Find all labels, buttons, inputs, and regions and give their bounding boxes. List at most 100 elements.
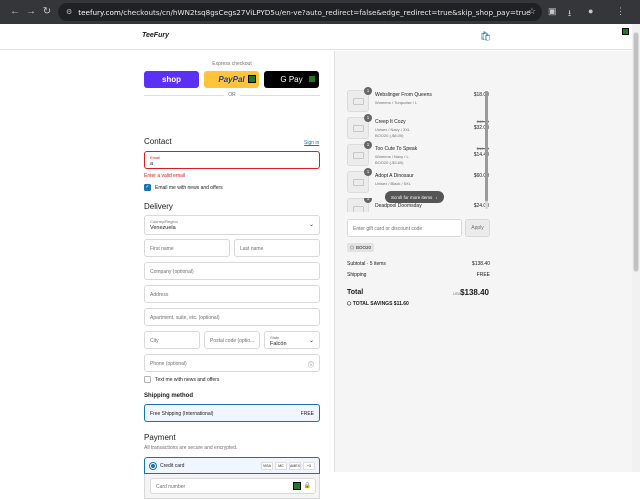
- apartment-input[interactable]: Apartment, suite, etc. (optional): [144, 308, 320, 326]
- cart-scrollbar[interactable]: [485, 91, 488, 209]
- shipping-row: Shipping FREE: [347, 272, 490, 278]
- card-number-placeholder: Card number: [156, 484, 186, 490]
- shipping-option[interactable]: Free Shipping (International) FREE: [144, 404, 320, 422]
- quantity-badge: 1: [364, 114, 372, 122]
- scroll-for-more-button[interactable]: Scroll for more items ↓: [385, 191, 444, 203]
- item-variant: Womens / Turquoise / L: [375, 100, 418, 105]
- visa-logo: VISA: [261, 462, 273, 470]
- arrow-down-icon: ↓: [435, 194, 438, 200]
- google-pay-button[interactable]: G Pay: [264, 71, 319, 88]
- shopping-bag-icon[interactable]: 🛍: [480, 31, 491, 42]
- item-discount: BOO20 (-$3.60): [375, 160, 404, 165]
- page-scrollbar[interactable]: [632, 24, 640, 472]
- apartment-placeholder: Apartment, suite, etc. (optional): [150, 315, 220, 321]
- state-select[interactable]: State Falcón ⌄: [264, 331, 320, 349]
- extension-marker: [293, 482, 301, 490]
- apply-button[interactable]: Apply: [465, 219, 490, 237]
- company-input[interactable]: Company (optional): [144, 262, 320, 280]
- email-value: a: [150, 161, 154, 167]
- address-input[interactable]: Address: [144, 285, 320, 303]
- quantity-badge: 1: [364, 87, 372, 95]
- email-error: Enter a valid email: [144, 173, 186, 179]
- site-info-icon[interactable]: ⚙: [66, 8, 72, 16]
- download-icon[interactable]: ⭳: [568, 6, 571, 22]
- cart-item: 1 Webslinger From Queens Womens / Turquo…: [347, 87, 489, 114]
- country-select[interactable]: Country/Region Venezuela ⌄: [144, 215, 320, 235]
- phone-input[interactable]: Phone (optional) ⓘ: [144, 354, 320, 372]
- shipping-value: FREE: [476, 272, 490, 278]
- country-value: Venezuela: [150, 225, 176, 231]
- shipping-option-price: FREE: [300, 411, 314, 417]
- extensions-icon[interactable]: ▣: [548, 6, 557, 17]
- text-label: Text me with news and offers: [155, 377, 220, 383]
- product-thumbnail: 1: [347, 114, 372, 139]
- image-placeholder-icon: [353, 98, 364, 105]
- discount-tag[interactable]: ⬡ BOO20: [347, 243, 374, 252]
- menu-icon[interactable]: ⋮: [616, 6, 625, 17]
- scroll-pill-label: Scroll for more items: [391, 194, 433, 200]
- or-divider: OR: [144, 92, 320, 98]
- bookmark-star-icon[interactable]: ☆: [528, 6, 536, 17]
- order-summary: 1 Webslinger From Queens Womens / Turquo…: [334, 51, 632, 472]
- card-number-input[interactable]: Card number 🔒: [150, 478, 316, 494]
- card-logos: VISA MC AMEX +3: [261, 462, 315, 470]
- quantity-badge: 1: [364, 198, 372, 203]
- item-name: Deadpool Doomsday: [375, 203, 422, 209]
- express-checkout-title: Express checkout: [212, 61, 252, 67]
- email-label: Email: [150, 155, 161, 160]
- shop-pay-button[interactable]: shop: [144, 71, 199, 88]
- discount-code-input[interactable]: Enter gift card or discount code: [347, 219, 462, 237]
- paypal-label: PayPal: [218, 75, 245, 84]
- reload-icon[interactable]: ↻: [40, 6, 54, 17]
- product-thumbnail: 1: [347, 168, 372, 193]
- scrollbar-thumb[interactable]: [633, 32, 639, 272]
- shipping-label: Shipping: [347, 272, 367, 278]
- payment-heading: Payment: [144, 433, 176, 442]
- item-variant: Unisex / Navy / 3XL: [375, 127, 411, 132]
- postal-code-input[interactable]: Postal code (optio...: [204, 331, 260, 349]
- back-arrow-icon[interactable]: ←: [8, 6, 22, 17]
- product-thumbnail: 1: [347, 141, 372, 166]
- total-label: Total: [347, 289, 364, 296]
- sign-in-link[interactable]: Sign in: [304, 140, 319, 146]
- image-placeholder-icon: [353, 152, 364, 159]
- savings-label: TOTAL SAVINGS $11.60: [352, 301, 409, 307]
- total-savings: ⬡ TOTAL SAVINGS $11.60: [347, 301, 409, 307]
- quantity-badge: 1: [364, 141, 372, 149]
- address-bar[interactable]: ⚙ teefury.com/checkouts/cn/hWN2tsq8gsCeg…: [58, 3, 542, 21]
- country-label: Country/Region: [150, 219, 178, 224]
- subtotal-value: $138.40: [471, 261, 490, 267]
- store-logo[interactable]: TeeFury: [142, 32, 169, 39]
- paypal-button[interactable]: PayPal: [204, 71, 259, 88]
- company-placeholder: Company (optional): [150, 269, 194, 275]
- help-icon[interactable]: ⓘ: [308, 360, 314, 369]
- item-name: Webslinger From Queens: [375, 92, 432, 98]
- email-field[interactable]: Email a: [144, 151, 320, 169]
- forward-arrow-icon[interactable]: →: [24, 6, 38, 17]
- image-placeholder-icon: [353, 179, 364, 186]
- chevron-down-icon: ⌄: [308, 338, 314, 344]
- discount-code: BOO20: [355, 245, 371, 250]
- news-checkbox[interactable]: ✓: [144, 184, 151, 191]
- item-variant: Womens / Navy / L: [375, 154, 409, 159]
- news-label: Email me with news and offers: [155, 185, 223, 191]
- lock-icon: 🔒: [303, 483, 311, 489]
- cart-item: 1 Too Cute To Speak Womens / Navy / L BO…: [347, 141, 489, 168]
- profile-icon[interactable]: ●: [588, 6, 593, 16]
- checkout-header: TeeFury 🛍: [0, 24, 632, 50]
- extension-marker: [248, 75, 256, 83]
- first-name-input[interactable]: First name: [144, 239, 230, 257]
- text-checkbox[interactable]: [144, 376, 151, 383]
- delivery-heading: Delivery: [144, 202, 173, 211]
- gpay-label: G Pay: [280, 75, 303, 84]
- credit-card-option[interactable]: Credit card VISA MC AMEX +3: [144, 457, 320, 474]
- address-placeholder: Address: [150, 292, 169, 298]
- city-input[interactable]: City: [144, 331, 200, 349]
- image-placeholder-icon: [353, 125, 364, 132]
- phone-placeholder: Phone (optional): [150, 361, 187, 367]
- more-cards-logo: +3: [303, 462, 315, 470]
- state-label: State: [270, 335, 280, 340]
- last-name-input[interactable]: Last name: [234, 239, 320, 257]
- amex-logo: AMEX: [289, 462, 301, 470]
- credit-card-radio[interactable]: [150, 463, 156, 469]
